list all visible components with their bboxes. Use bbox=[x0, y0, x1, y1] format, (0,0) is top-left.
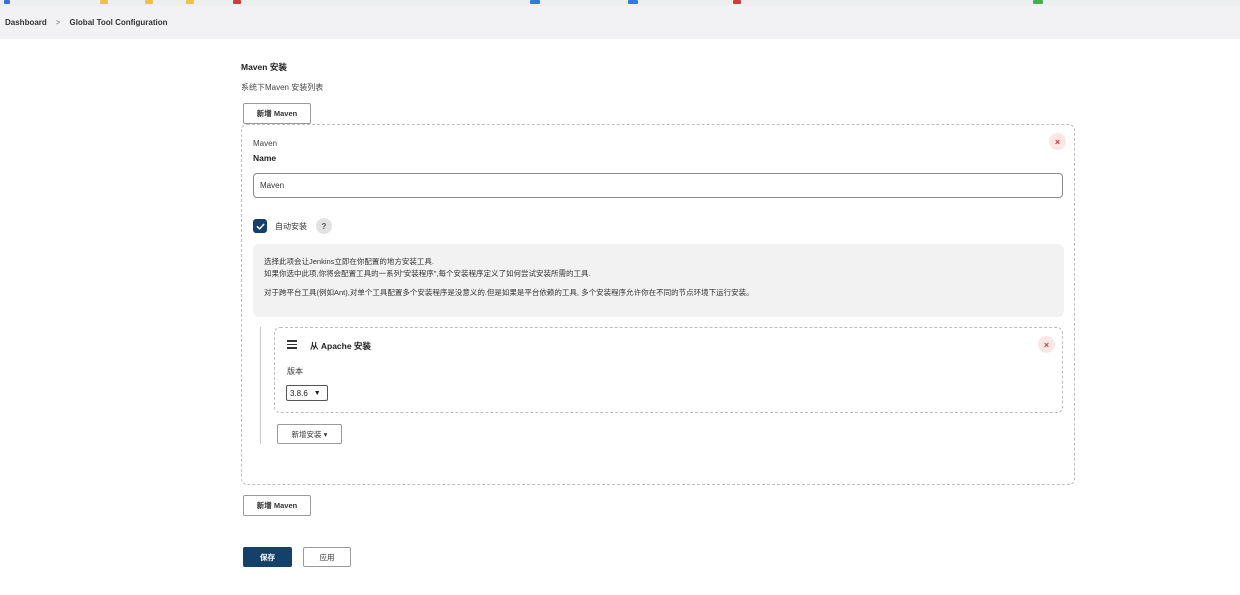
breadcrumb-separator: > bbox=[55, 18, 61, 27]
bookmark-icon[interactable] bbox=[100, 0, 108, 4]
bookmark-icon[interactable] bbox=[530, 0, 540, 4]
remove-maven-close-icon[interactable]: × bbox=[1049, 133, 1066, 150]
breadcrumb-global-tool-configuration[interactable]: Global Tool Configuration bbox=[69, 18, 167, 27]
help-line-1: 选择此项会让Jenkins立即在你配置的地方安装工具. bbox=[264, 257, 435, 266]
version-select-value: 3.8.6 bbox=[290, 388, 308, 398]
section-title: Maven 安装 bbox=[241, 62, 287, 72]
section-description: 系统下Maven 安装列表 bbox=[241, 83, 324, 92]
installer-title: 从 Apache 安装 bbox=[310, 341, 371, 351]
version-label: 版本 bbox=[287, 367, 303, 376]
bookmark-icon[interactable] bbox=[145, 0, 153, 4]
drag-handle-icon[interactable] bbox=[287, 340, 297, 351]
add-maven-button-top[interactable]: 新增 Maven bbox=[243, 103, 311, 124]
installer-rail bbox=[260, 327, 261, 444]
version-select[interactable]: 3.8.6 ▼ bbox=[286, 385, 328, 401]
help-icon[interactable]: ? bbox=[316, 218, 332, 234]
breadcrumb-dashboard[interactable]: Dashboard bbox=[5, 18, 47, 27]
help-line-3: 对于跨平台工具(例如Ant),对单个工具配置多个安装程序是没意义的.但是如果是平… bbox=[264, 288, 754, 297]
name-label: Name bbox=[253, 153, 277, 163]
bookmark-icon[interactable] bbox=[1033, 0, 1043, 4]
save-button[interactable]: 保存 bbox=[243, 547, 292, 567]
auto-install-label[interactable]: 自动安装 bbox=[275, 221, 307, 232]
bookmark-icon[interactable] bbox=[233, 0, 241, 4]
bookmark-icon[interactable] bbox=[186, 0, 194, 4]
auto-install-checkbox[interactable] bbox=[253, 219, 267, 233]
apply-button[interactable]: 应用 bbox=[303, 547, 351, 567]
breadcrumb: Dashboard > Global Tool Configuration bbox=[0, 6, 1240, 39]
maven-heading: Maven bbox=[253, 139, 278, 148]
chevron-down-icon: ▼ bbox=[313, 389, 321, 397]
add-maven-button-bottom[interactable]: 新增 Maven bbox=[243, 495, 311, 516]
installer-block bbox=[274, 327, 1063, 413]
auto-install-help-box: 选择此项会让Jenkins立即在你配置的地方安装工具. 如果你选中此项,你将会配… bbox=[253, 244, 1064, 317]
remove-installer-close-icon[interactable]: × bbox=[1038, 336, 1055, 353]
checkmark-icon bbox=[256, 223, 264, 230]
name-input[interactable]: Maven bbox=[253, 173, 1063, 198]
help-line-2: 如果你选中此项,你将会配置工具的一系列"安装程序",每个安装程序定义了如何尝试安… bbox=[264, 269, 591, 278]
bookmark-icon[interactable] bbox=[4, 0, 10, 4]
add-installer-button[interactable]: 新增安装 ▾ bbox=[277, 424, 342, 444]
bookmark-icon[interactable] bbox=[628, 0, 638, 4]
bookmark-icon[interactable] bbox=[733, 0, 741, 4]
